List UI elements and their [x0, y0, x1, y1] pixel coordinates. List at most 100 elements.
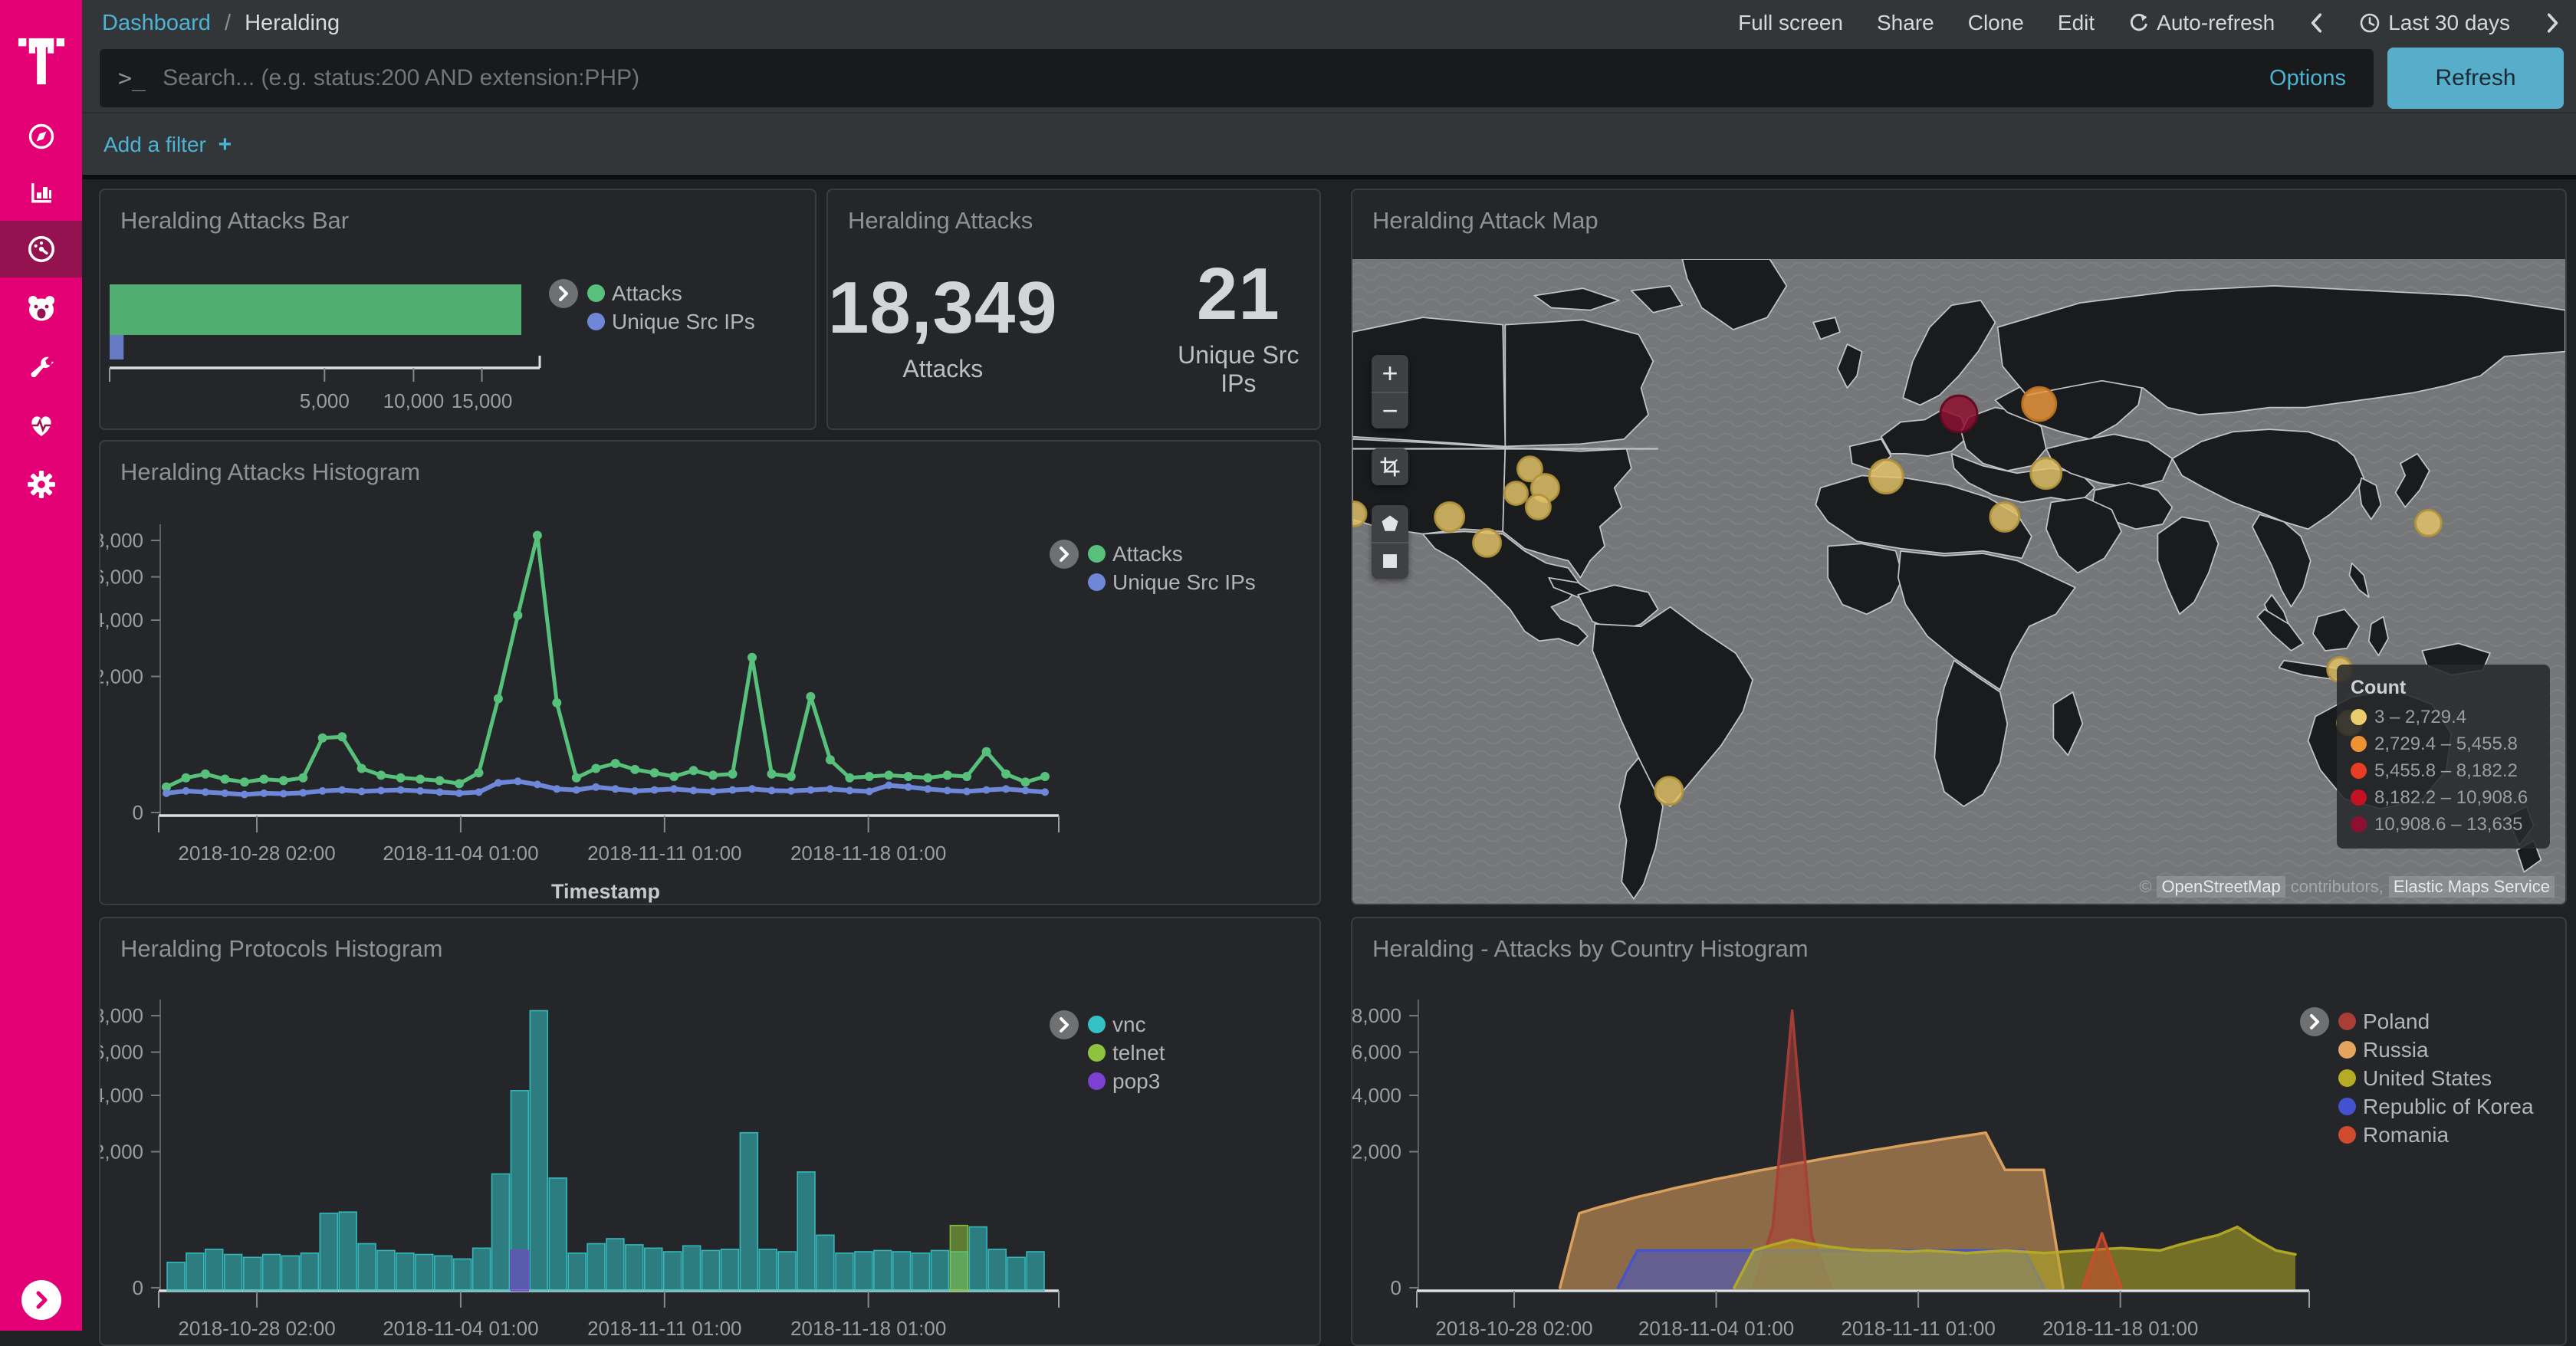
chevron-right-icon — [1056, 1015, 1072, 1035]
svg-text:0: 0 — [1391, 1276, 1401, 1299]
time-back-button[interactable] — [2308, 11, 2325, 34]
panel-country-histogram: Heralding - Attacks by Country Histogram… — [1351, 917, 2567, 1346]
sidebar-item-visualize[interactable] — [0, 163, 82, 222]
legend-item-romania[interactable]: Romania — [2338, 1121, 2534, 1149]
legend-range-label: 8,182.2 – 10,908.6 — [2374, 787, 2528, 809]
clock-icon — [2359, 12, 2380, 34]
legend-item-telnet[interactable]: telnet — [1088, 1039, 1165, 1067]
sidebar-item-management[interactable] — [0, 455, 82, 514]
sidebar-item-devtools[interactable] — [0, 338, 82, 396]
map-fit-bounds-button[interactable] — [1372, 448, 1408, 485]
time-picker-button[interactable]: Last 30 days — [2359, 11, 2510, 35]
legend-dot — [2351, 816, 2367, 832]
telekom-logo[interactable] — [0, 23, 82, 100]
filter-bar: Add a filter + — [82, 112, 2576, 175]
share-button[interactable]: Share — [1877, 11, 1934, 35]
legend-expand-button[interactable] — [549, 279, 578, 308]
ems-link[interactable]: Elastic Maps Service — [2389, 876, 2555, 898]
search-input[interactable] — [163, 65, 2269, 91]
fullscreen-button[interactable]: Full screen — [1738, 11, 1843, 35]
legend-dot — [2338, 1098, 2356, 1115]
time-range-label: Last 30 days — [2388, 11, 2510, 35]
legend-item-republic-of-korea[interactable]: Republic of Korea — [2338, 1092, 2534, 1121]
svg-text:2018-10-28 02:00: 2018-10-28 02:00 — [178, 1317, 335, 1340]
svg-text:6,000: 6,000 — [100, 1041, 143, 1064]
osm-link[interactable]: OpenStreetMap — [2157, 876, 2285, 898]
sidebar-item-discover[interactable] — [0, 107, 82, 166]
sidebar-item-tpot[interactable] — [0, 280, 82, 338]
breadcrumb-dashboard-link[interactable]: Dashboard — [102, 11, 211, 35]
legend-item-attacks[interactable]: Attacks — [1088, 540, 1256, 568]
edit-button[interactable]: Edit — [2058, 11, 2095, 35]
legend-range-row: 10,908.6 – 13,635 — [2351, 811, 2536, 838]
legend-label: United States — [2363, 1066, 2492, 1091]
gear-icon — [25, 468, 58, 501]
protocols-legend: vnc telnet pop3 — [1050, 1010, 1165, 1095]
square-icon — [1380, 551, 1400, 571]
svg-text:4,000: 4,000 — [1352, 1084, 1401, 1107]
legend-item-vnc[interactable]: vnc — [1088, 1010, 1165, 1039]
metric-label: Unique Src IPs — [1158, 341, 1319, 398]
svg-text:4,000: 4,000 — [100, 609, 143, 632]
legend-item-unique-src-ips[interactable]: Unique Src IPs — [587, 307, 755, 336]
svg-text:2018-11-04 01:00: 2018-11-04 01:00 — [383, 842, 538, 865]
query-options-link[interactable]: Options — [2269, 66, 2346, 91]
copyright-symbol: © — [2139, 877, 2151, 897]
search-box: >_ Options — [100, 49, 2374, 107]
panel-attacks-metric: Heralding Attacks 18,349 Attacks 21 Uniq… — [826, 189, 1321, 430]
map-zoom-in-button[interactable]: + — [1372, 355, 1408, 392]
sidebar-item-dashboard[interactable] — [0, 221, 82, 277]
svg-text:6,000: 6,000 — [1352, 1041, 1401, 1064]
chevron-right-icon — [556, 284, 571, 304]
svg-text:2018-11-11 01:00: 2018-11-11 01:00 — [1841, 1317, 1995, 1340]
legend-range-label: 10,908.6 – 13,635 — [2374, 814, 2523, 836]
legend-dot — [1088, 1072, 1106, 1090]
sidebar-item-monitoring[interactable] — [0, 396, 82, 455]
legend-item-united-states[interactable]: United States — [2338, 1064, 2534, 1092]
svg-text:2018-11-18 01:00: 2018-11-18 01:00 — [2042, 1317, 2198, 1340]
legend-dot — [1088, 1016, 1106, 1033]
svg-text:8,000: 8,000 — [100, 529, 143, 552]
dashboard-menu: Full screen Share Clone Edit Auto-refres… — [1738, 0, 2561, 46]
breadcrumb-separator: / — [225, 11, 231, 35]
legend-item-pop3[interactable]: pop3 — [1088, 1067, 1165, 1095]
panel-attack-map: Heralding Attack Map — [1351, 189, 2567, 905]
legend-item-attacks[interactable]: Attacks — [587, 279, 755, 307]
kibana-dashboard-app: Dashboard / Heralding Full screen Share … — [0, 0, 2576, 1331]
add-filter-link[interactable]: Add a filter + — [104, 132, 232, 158]
auto-refresh-button[interactable]: Auto-refresh — [2128, 11, 2275, 35]
legend-expand-button[interactable] — [1050, 540, 1079, 569]
legend-dot — [1088, 545, 1106, 563]
svg-text:2018-11-11 01:00: 2018-11-11 01:00 — [587, 842, 741, 865]
add-filter-label: Add a filter — [104, 133, 206, 156]
world-map-canvas[interactable]: + − — [1352, 259, 2565, 904]
map-toolbar: + − — [1372, 355, 1408, 599]
sidebar-collapse-toggle[interactable] — [0, 1280, 82, 1320]
map-draw-polygon-button[interactable] — [1372, 505, 1408, 542]
svg-text:8,000: 8,000 — [1352, 1004, 1401, 1027]
legend-range-label: 5,455.8 – 8,182.2 — [2374, 760, 2518, 782]
legend-dot — [2338, 1069, 2356, 1087]
map-draw-rectangle-button[interactable] — [1372, 542, 1408, 579]
map-count-legend: Count 3 – 2,729.4 2,729.4 – 5,455.8 5,45… — [2337, 665, 2550, 849]
chevron-right-icon — [2544, 11, 2561, 34]
legend-item-russia[interactable]: Russia — [2338, 1036, 2534, 1064]
legend-label: Russia — [2363, 1038, 2429, 1062]
legend-dot — [587, 313, 605, 330]
plus-icon: + — [219, 132, 232, 157]
legend-dot — [2338, 1013, 2356, 1030]
time-forward-button[interactable] — [2544, 11, 2561, 34]
clone-button[interactable]: Clone — [1968, 11, 2024, 35]
legend-item-unique-src-ips[interactable]: Unique Src IPs — [1088, 568, 1256, 596]
legend-item-poland[interactable]: Poland — [2338, 1007, 2534, 1036]
query-bar: >_ Options Refresh — [82, 46, 2576, 112]
legend-label: Unique Src IPs — [1112, 570, 1256, 595]
legend-expand-button[interactable] — [2300, 1007, 2329, 1036]
heartbeat-icon — [25, 410, 58, 441]
svg-text:2018-11-04 01:00: 2018-11-04 01:00 — [383, 1317, 538, 1340]
legend-expand-button[interactable] — [1050, 1010, 1079, 1039]
map-zoom-out-button[interactable]: − — [1372, 392, 1408, 428]
legend-title: Count — [2351, 677, 2536, 699]
refresh-button[interactable]: Refresh — [2387, 48, 2564, 109]
auto-refresh-label: Auto-refresh — [2157, 11, 2275, 35]
